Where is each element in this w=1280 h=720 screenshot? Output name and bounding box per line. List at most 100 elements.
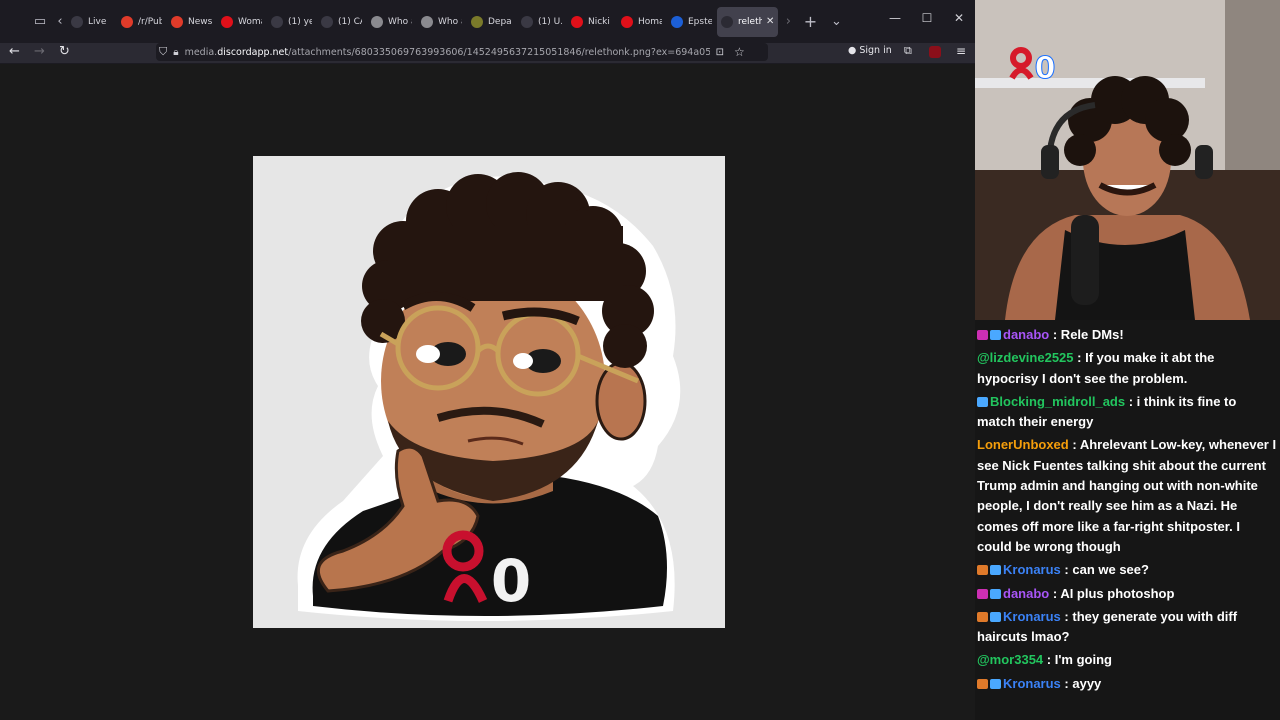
url-bar[interactable]: ⛉ 🔒︎ media.discordapp.net/attachments/68… [156, 43, 768, 61]
tab[interactable]: Epste [667, 7, 716, 37]
chat-username[interactable]: Kronarus [1003, 676, 1061, 691]
chat-username[interactable]: LonerUnboxed [977, 437, 1069, 452]
chat-badge-icon [990, 678, 1001, 689]
tab-overview-icon[interactable]: ▭ [27, 14, 53, 29]
browser-window: ▭ ‹ Live/r/Pub News Woma (1) ye (1) CA Who a W… [0, 0, 975, 720]
emote-image: 0 [253, 156, 725, 628]
chat-message: danabo : AI plus photoshop [977, 584, 1278, 604]
chat-text: : ayyy [1064, 675, 1102, 691]
image-viewer: 0 [0, 64, 975, 720]
youtube-icon [221, 15, 233, 28]
signin-label: Sign in [859, 45, 892, 56]
tab[interactable]: News [167, 7, 216, 37]
close-window-icon[interactable]: ✕ [943, 11, 975, 25]
chat-badge-icon [990, 611, 1001, 622]
tab[interactable]: Depar [467, 7, 516, 37]
image-icon [721, 15, 733, 28]
x-icon [321, 15, 333, 28]
new-tab-icon[interactable]: + [797, 12, 823, 31]
chat-message: LonerUnboxed : Ahrelevant Low-key, whene… [977, 435, 1278, 557]
tab-label: Nicki [588, 16, 610, 27]
tab-scroll-left-icon[interactable]: ‹ [53, 14, 67, 29]
chat-badge-icon [977, 588, 988, 599]
x-icon [521, 15, 533, 28]
url-text[interactable]: media.discordapp.net/attachments/6803350… [185, 47, 710, 58]
youtube-icon [621, 15, 633, 28]
bookmark-star-icon[interactable]: ☆ [734, 45, 745, 59]
maximize-icon[interactable]: ☐ [911, 11, 943, 25]
reddit-icon [171, 15, 183, 28]
chat-message: Kronarus : ayyy [977, 674, 1278, 694]
chat-message: Blocking_midroll_ads : i think its fine … [977, 392, 1278, 433]
webcam-scene: 0 [975, 0, 1280, 320]
chat-username[interactable]: Blocking_midroll_ads [990, 394, 1125, 409]
tab[interactable]: Who a [417, 7, 466, 37]
tab[interactable]: /r/Pub [117, 7, 166, 37]
web-icon [371, 15, 383, 28]
tab[interactable]: (1) U.S [517, 7, 566, 37]
chat-text: : Ahrelevant Low-key, whenever I see Nic… [977, 437, 1277, 554]
chat-username[interactable]: @mor3354 [977, 652, 1043, 667]
youtube-icon [571, 15, 583, 28]
signin-button[interactable]: ● Sign in [848, 45, 892, 56]
reddit-icon [121, 15, 133, 28]
chat-username[interactable]: Kronarus [1003, 609, 1061, 624]
extensions-icon[interactable]: ⧉ [904, 44, 912, 58]
tab[interactable]: Woma [217, 7, 266, 37]
tab-label: (1) U.S [538, 16, 562, 27]
chat-badge-icon [977, 396, 988, 407]
chat-message: Kronarus : can we see? [977, 560, 1278, 580]
tab-label: (1) ye [288, 16, 312, 27]
tab[interactable]: Who a [367, 7, 416, 37]
chat-text: : AI plus photoshop [1052, 585, 1175, 601]
page-action-icon[interactable]: ⊡ [716, 47, 724, 58]
tab-strip: ▭ ‹ Live/r/Pub News Woma (1) ye (1) CA Who a W… [0, 0, 975, 43]
tab-label: relethonk [738, 16, 762, 27]
tab-label: (1) CA [338, 16, 362, 27]
chat-badge-icon [990, 565, 1001, 576]
ublock-icon[interactable] [929, 46, 941, 58]
minimize-icon[interactable]: — [879, 11, 911, 25]
web-icon [421, 15, 433, 28]
webcam-feed: 0 [975, 0, 1280, 320]
chat-username[interactable]: danabo [1003, 327, 1049, 342]
tab[interactable]: (1) ye [267, 7, 316, 37]
tab-scroll-right-icon[interactable]: › [779, 14, 797, 29]
tab-icon [71, 15, 83, 28]
chat-username[interactable]: @lizdevine2525 [977, 350, 1074, 365]
chat-badge-icon [990, 330, 1001, 340]
tab-label: /r/Pub [138, 16, 162, 27]
chat-message: @lizdevine2525 : If you make it abt the … [977, 348, 1278, 389]
tab[interactable]: Nicki [567, 7, 616, 37]
chat-badge-icon [977, 611, 988, 622]
tab[interactable]: relethonk ✕ [717, 6, 779, 37]
nav-toolbar: ← → ↻ ⛉ 🔒︎ media.discordapp.net/attachme… [0, 43, 975, 63]
menu-icon[interactable]: ≡ [956, 44, 966, 58]
chat-username[interactable]: Kronarus [1003, 562, 1061, 577]
thinking-emote-illustration: 0 [297, 172, 681, 621]
tab[interactable]: Live [67, 7, 116, 37]
back-icon[interactable]: ← [9, 44, 20, 59]
chat-message: danabo : Rele DMs! [977, 325, 1278, 345]
chat-badge-icon [990, 588, 1001, 599]
chat-badge-icon [977, 678, 988, 689]
lock-icon[interactable]: 🔒︎ [173, 47, 178, 58]
tab[interactable]: (1) CA [317, 7, 366, 37]
chat-text: : Rele DMs! [1052, 327, 1124, 342]
site-icon [671, 15, 683, 28]
tab-label: Homa [638, 16, 662, 27]
shirt-number: 0 [491, 547, 531, 615]
forward-icon[interactable]: → [34, 44, 45, 59]
chat-badge-icon [977, 565, 988, 576]
tab-label: News [188, 16, 212, 27]
close-tab-icon[interactable]: ✕ [766, 16, 774, 27]
tab-list-chevron-icon[interactable]: ⌄ [823, 14, 849, 29]
chat-username[interactable]: danabo [1003, 586, 1049, 601]
chat-text: : I'm going [1046, 652, 1112, 668]
tab[interactable]: Homa [617, 7, 666, 37]
overlay-logo-number: 0 [1035, 51, 1056, 86]
reload-icon[interactable]: ↻ [59, 44, 70, 59]
shield-icon[interactable]: ⛉ [159, 45, 167, 59]
x-icon [271, 15, 283, 28]
tab-label: Epste [688, 16, 712, 27]
